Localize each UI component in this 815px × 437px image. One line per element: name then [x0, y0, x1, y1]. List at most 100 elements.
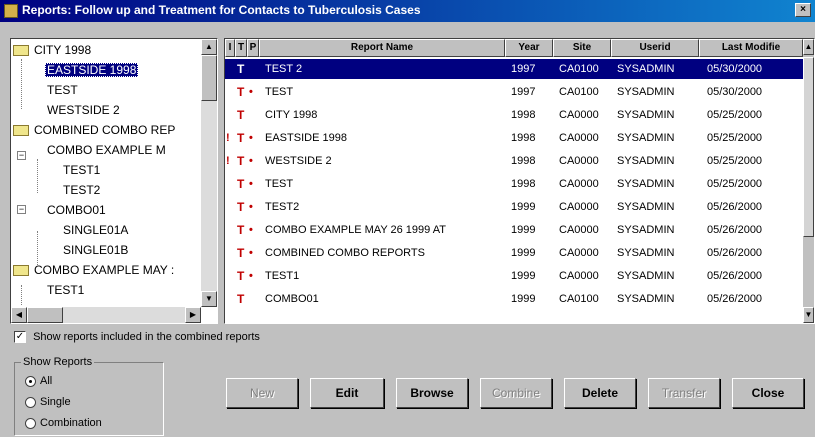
- cell-last-modified: 05/26/2000: [707, 293, 763, 305]
- tree-item[interactable]: EASTSIDE 1998: [45, 61, 139, 79]
- delete-button[interactable]: Delete: [564, 378, 636, 408]
- table-row[interactable]: T • COMBO EXAMPLE MAY 26 1999 AT 1999 CA0000…: [225, 220, 803, 240]
- radio-combination-label: Combination: [40, 417, 102, 429]
- tree-item[interactable]: COMBO01: [45, 201, 108, 219]
- cell-year: 1998: [511, 155, 536, 167]
- radio-single[interactable]: Single: [25, 396, 71, 408]
- tree-item[interactable]: TEST1: [45, 281, 86, 299]
- table-row[interactable]: T • TEST 1998 CA0000 SYSADMIN 05/25/2000: [225, 174, 803, 194]
- tree-item[interactable]: CITY 1998: [13, 41, 93, 59]
- tree-vertical-scrollbar[interactable]: ▲ ▼: [201, 39, 217, 307]
- table-row[interactable]: T TEST 2 1997 CA0100 SYSADMIN 05/30/2000: [225, 59, 803, 79]
- radio-indicator[interactable]: [25, 417, 36, 429]
- column-header-year[interactable]: Year: [505, 39, 553, 57]
- cell-t: T: [237, 200, 245, 214]
- table-row[interactable]: T • TEST2 1999 CA0000 SYSADMIN 05/26/2000: [225, 197, 803, 217]
- scroll-down-button[interactable]: ▼: [201, 291, 217, 307]
- column-header-i[interactable]: I: [225, 39, 235, 57]
- folder-icon: [13, 45, 29, 57]
- radio-indicator[interactable]: [25, 375, 36, 387]
- radio-indicator[interactable]: [25, 396, 36, 408]
- cell-p: •: [249, 155, 253, 167]
- column-header-last-modified[interactable]: Last Modifie: [699, 39, 803, 57]
- cell-year: 1998: [511, 178, 536, 190]
- cell-t: T: [237, 62, 245, 76]
- cell-site: CA0000: [559, 270, 599, 282]
- cell-t: T: [237, 246, 245, 260]
- tree-item[interactable]: TEST2: [61, 181, 102, 199]
- table-row[interactable]: T • TEST1 1999 CA0000 SYSADMIN 05/26/2000: [225, 266, 803, 286]
- column-header-p[interactable]: P: [247, 39, 259, 57]
- app-icon: [4, 4, 18, 18]
- tree-item-label: SINGLE01A: [63, 223, 129, 237]
- column-header-t[interactable]: T: [235, 39, 247, 57]
- column-header-report-name[interactable]: Report Name: [259, 39, 505, 57]
- cell-site: CA0000: [559, 224, 599, 236]
- cell-year: 1998: [511, 109, 536, 121]
- scroll-thumb[interactable]: [201, 55, 217, 101]
- cell-i: !: [226, 132, 230, 144]
- column-header-userid[interactable]: Userid: [611, 39, 699, 57]
- tree-item[interactable]: COMBINED COMBO REP: [13, 121, 177, 139]
- cell-site: CA0000: [559, 109, 599, 121]
- new-button[interactable]: New: [226, 378, 298, 408]
- edit-button[interactable]: Edit: [310, 378, 384, 408]
- table-row[interactable]: T • COMBINED COMBO REPORTS 1999 CA0000 SYSADM…: [225, 243, 803, 263]
- cell-i: !: [226, 155, 230, 167]
- tree-item-label: EASTSIDE 1998: [45, 63, 139, 77]
- cell-report-name: WESTSIDE 2: [265, 155, 332, 167]
- radio-combination[interactable]: Combination: [25, 417, 102, 429]
- cell-report-name: EASTSIDE 1998: [265, 132, 347, 144]
- tree-item-label: CITY 1998: [34, 43, 92, 57]
- scroll-right-button[interactable]: ▶: [185, 307, 201, 323]
- cell-t: T: [237, 177, 245, 191]
- cell-last-modified: 05/25/2000: [707, 132, 763, 144]
- scroll-left-button[interactable]: ◀: [11, 307, 27, 323]
- scroll-thumb[interactable]: [27, 307, 63, 323]
- tree-expander[interactable]: −: [17, 205, 26, 214]
- tree-expander[interactable]: −: [17, 151, 26, 160]
- tree-item[interactable]: COMBO EXAMPLE M: [45, 141, 168, 159]
- combine-button[interactable]: Combine: [480, 378, 552, 408]
- radio-all[interactable]: All: [25, 375, 52, 387]
- cell-report-name: TEST2: [265, 201, 300, 213]
- browse-button[interactable]: Browse: [396, 378, 468, 408]
- grid-scroll-up-button[interactable]: ▲: [803, 39, 814, 55]
- tree-item[interactable]: SINGLE01A: [61, 221, 130, 239]
- transfer-button[interactable]: Transfer: [648, 378, 720, 408]
- tree-item[interactable]: SINGLE01B: [61, 241, 130, 259]
- grid-scroll-down-button[interactable]: ▼: [803, 307, 814, 323]
- tree-item-label: SINGLE01B: [63, 243, 129, 257]
- cell-t: T: [237, 292, 245, 306]
- grid-vertical-scrollbar[interactable]: ▲ ▼: [803, 39, 814, 323]
- tree-horizontal-scrollbar[interactable]: ◀ ▶: [11, 307, 201, 323]
- close-window-button[interactable]: ×: [795, 3, 811, 17]
- report-grid[interactable]: I T P Report Name Year Site Userid Last …: [224, 38, 815, 324]
- grid-scroll-thumb[interactable]: [803, 57, 814, 237]
- cell-report-name: TEST1: [265, 270, 300, 282]
- scroll-up-button[interactable]: ▲: [201, 39, 217, 55]
- tree-item-label: COMBO EXAMPLE M: [47, 143, 166, 157]
- cell-site: CA0000: [559, 132, 599, 144]
- report-tree[interactable]: CITY 1998 EASTSIDE 1998 TEST WESTSIDE 2 COMB…: [10, 38, 218, 324]
- cell-year: 1999: [511, 201, 536, 213]
- tree-item[interactable]: TEST: [45, 81, 80, 99]
- cell-userid: SYSADMIN: [617, 178, 675, 190]
- tree-connector: [21, 59, 22, 109]
- table-row[interactable]: ! T • EASTSIDE 1998 1998 CA0000 SYSADMIN 05/25/…: [225, 128, 803, 148]
- cell-p: •: [249, 270, 253, 282]
- table-row[interactable]: T • TEST 1997 CA0100 SYSADMIN 05/30/2000: [225, 82, 803, 102]
- cell-year: 1999: [511, 247, 536, 259]
- tree-item[interactable]: TEST1: [61, 161, 102, 179]
- column-header-site[interactable]: Site: [553, 39, 611, 57]
- cell-last-modified: 05/25/2000: [707, 155, 763, 167]
- table-row[interactable]: T CITY 1998 1998 CA0000 SYSADMIN 05/25/2000: [225, 105, 803, 125]
- table-row[interactable]: T COMBO01 1999 CA0100 SYSADMIN 05/26/2000: [225, 289, 803, 309]
- cell-report-name: TEST: [265, 178, 294, 190]
- close-button[interactable]: Close: [732, 378, 804, 408]
- tree-item[interactable]: WESTSIDE 2: [45, 101, 122, 119]
- show-combined-checkbox[interactable]: ✓ Show reports included in the combined …: [14, 331, 260, 344]
- checkbox-box[interactable]: ✓: [14, 331, 26, 344]
- cell-t: T: [237, 269, 245, 283]
- table-row[interactable]: ! T • WESTSIDE 2 1998 CA0000 SYSADMIN 05/25/200…: [225, 151, 803, 171]
